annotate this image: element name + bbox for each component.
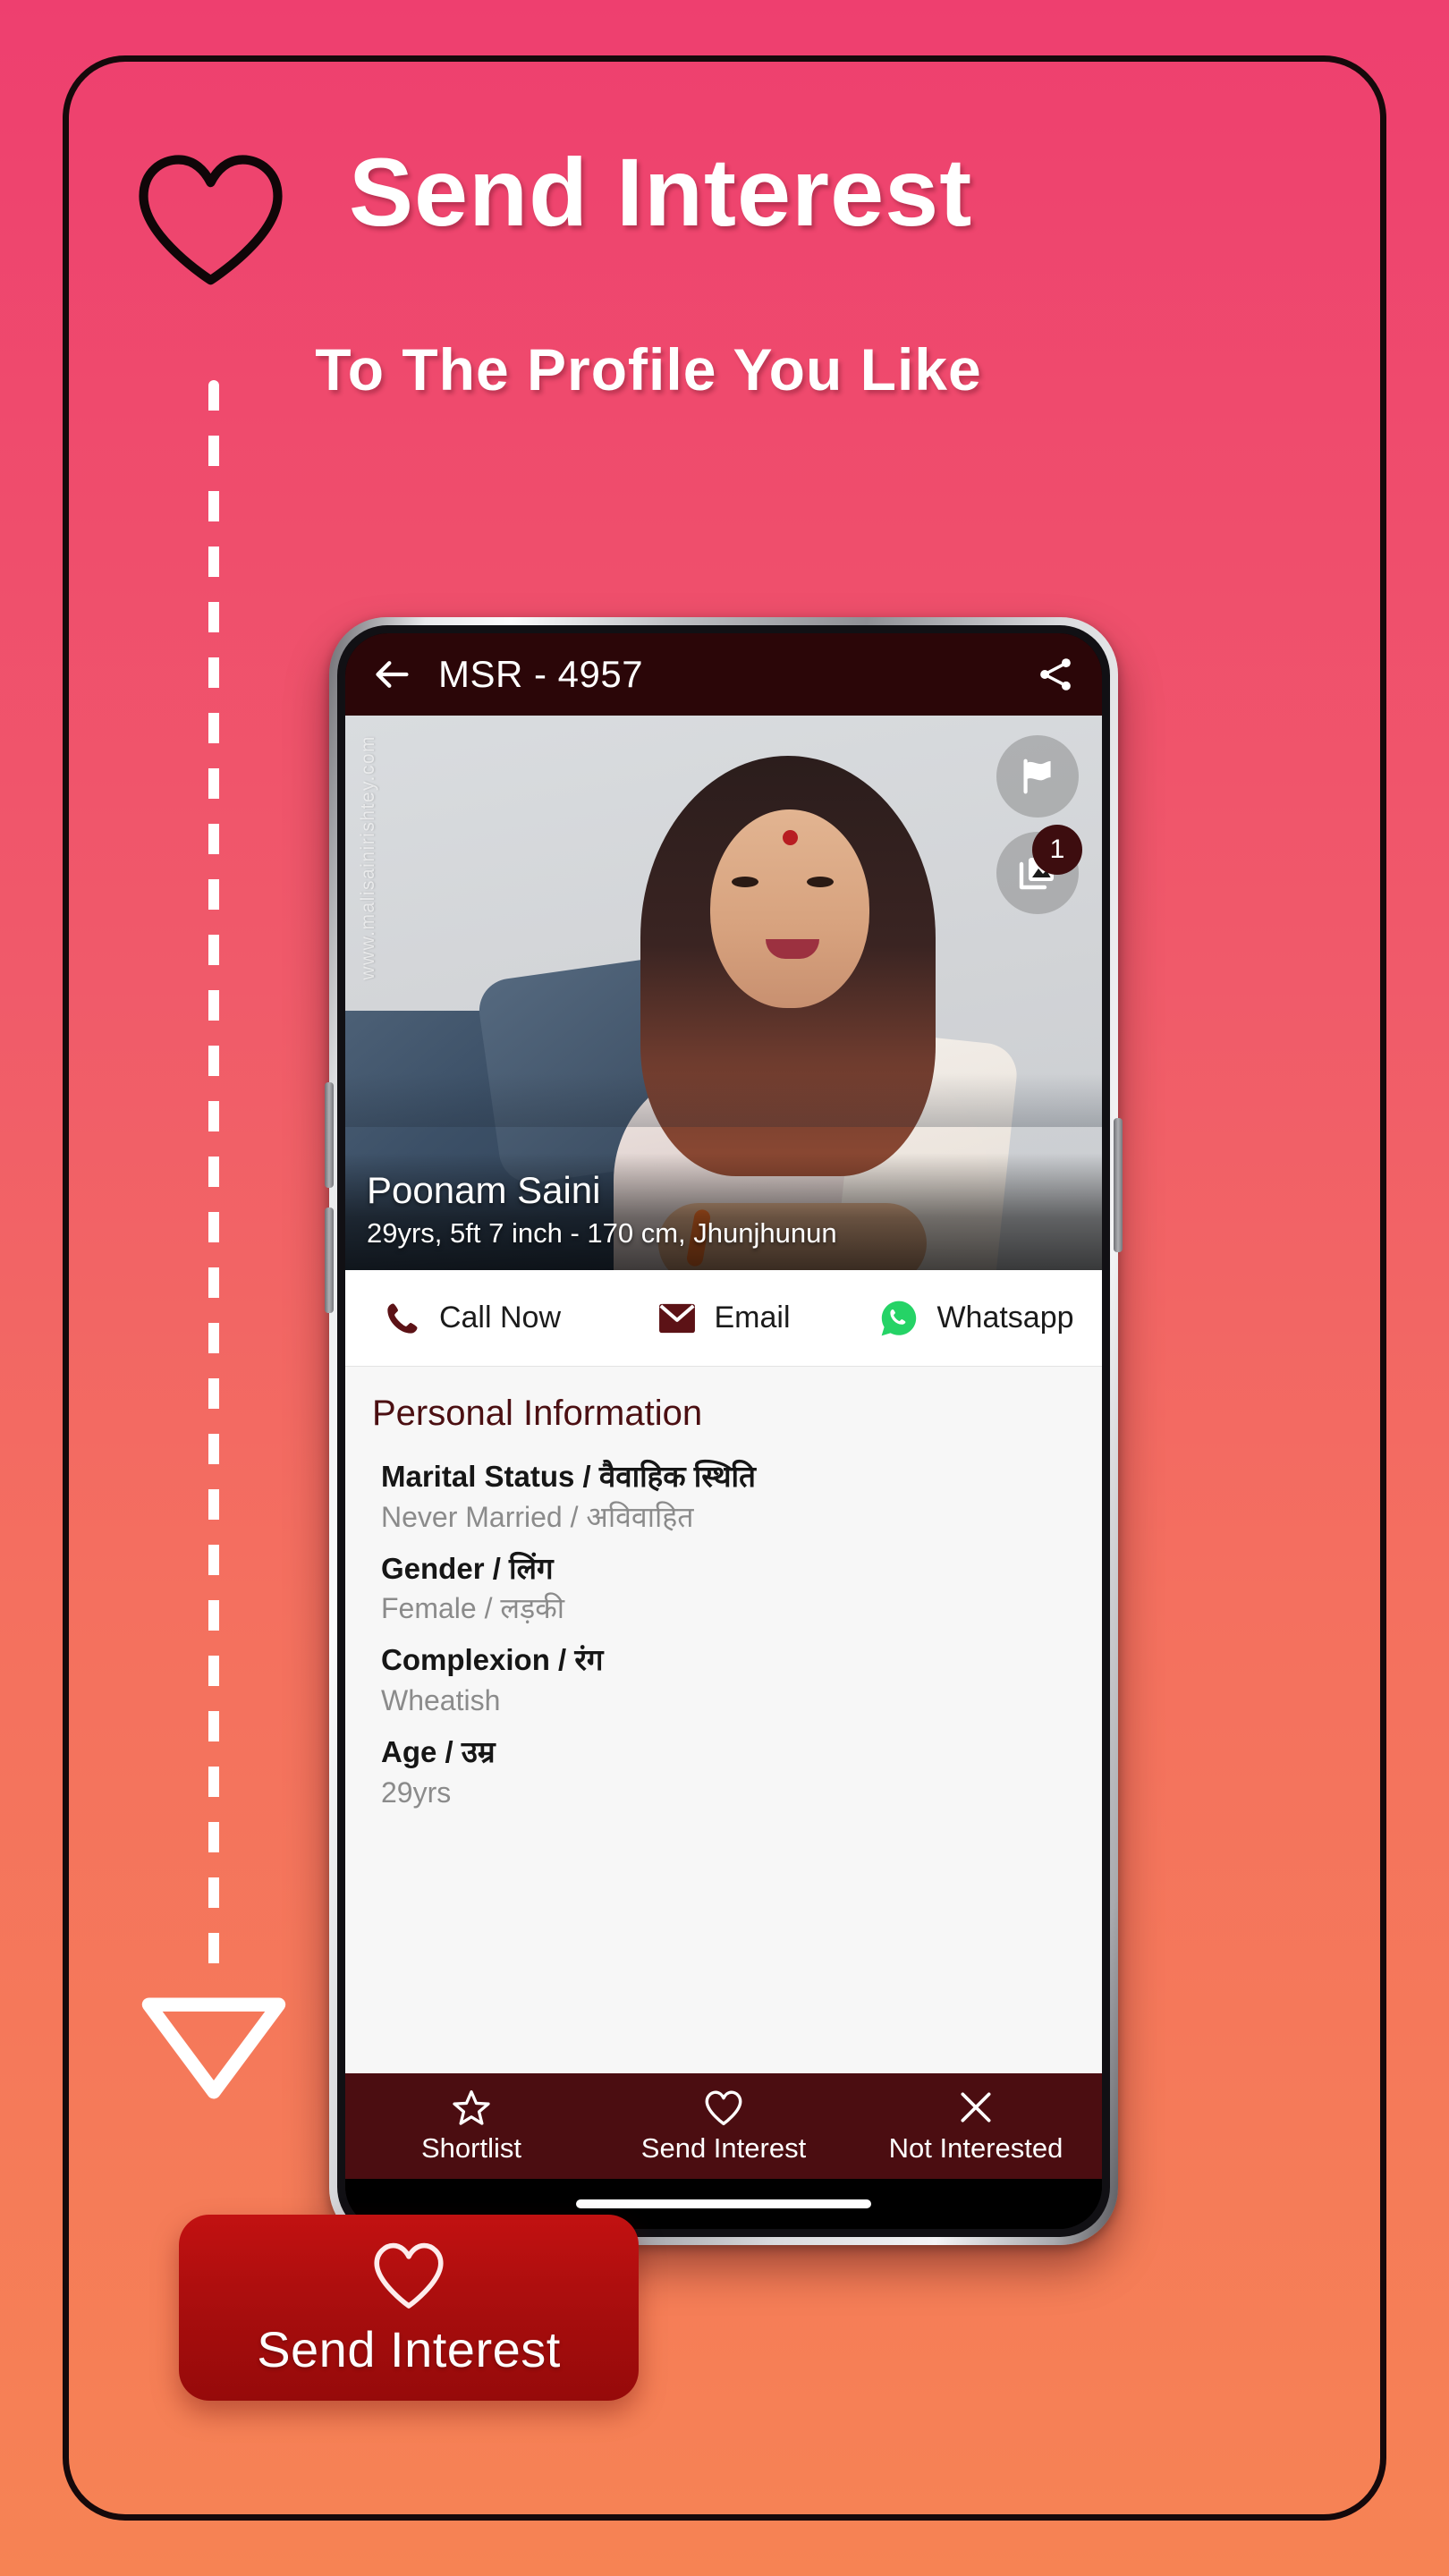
close-x-icon (961, 2092, 991, 2123)
email-icon (659, 1303, 696, 1333)
nav-item-shortlist[interactable]: Shortlist (345, 2089, 597, 2165)
nav-item-send-interest[interactable]: Send Interest (597, 2089, 850, 2165)
nav-label: Shortlist (421, 2131, 521, 2164)
personal-information-panel: Personal Information Marital Status / वै… (345, 1367, 1102, 2073)
info-value: Never Married / अविवाहित (381, 1500, 694, 1533)
photo-watermark: www.malisainirishtey.com (358, 735, 378, 980)
info-value: 29yrs (381, 1775, 452, 1809)
info-row: Marital Status / वैवाहिक स्थिति Never Ma… (345, 1445, 1102, 1537)
star-outline-icon (453, 2089, 490, 2125)
phone-icon (387, 1303, 418, 1334)
contact-action-bar: Call Now Email Whatsapp (345, 1270, 1102, 1367)
heart-outline-icon (139, 155, 283, 285)
whatsapp-icon (882, 1301, 917, 1335)
appbar-title: MSR - 4957 (438, 653, 644, 695)
heart-outline-icon (374, 2242, 444, 2309)
personal-information-heading: Personal Information (372, 1394, 703, 1433)
photo-person-eye-left (732, 877, 758, 887)
info-row: Complexion / रंग Wheatish (345, 1628, 1102, 1720)
volume-up-button[interactable] (325, 1082, 334, 1188)
profile-name: Poonam Saini (367, 1168, 601, 1211)
triangle-down-icon (141, 1997, 286, 2099)
phone-screen: MSR - 4957 www.malisainirishtey.com 1 Po… (345, 633, 1102, 2229)
info-key: Gender / लिंग (381, 1551, 554, 1585)
headline-block: Send Interest (116, 138, 1297, 304)
share-icon[interactable] (1036, 655, 1075, 694)
call-now-button[interactable]: Call Now (345, 1298, 597, 1339)
profile-name-overlay: Poonam Saini 29yrs, 5ft 7 inch - 170 cm,… (345, 1152, 1102, 1270)
callout-label: Send Interest (257, 2320, 561, 2377)
heart-outline-icon (705, 2089, 742, 2125)
profile-photo[interactable]: www.malisainirishtey.com 1 Poonam Saini … (345, 716, 1102, 1270)
page-title: Send Interest (349, 138, 973, 246)
email-label: Email (714, 1301, 791, 1335)
photo-count-badge: 1 (1032, 825, 1082, 875)
volume-down-button[interactable] (325, 1208, 334, 1313)
call-now-label: Call Now (438, 1301, 562, 1335)
email-button[interactable]: Email (597, 1301, 850, 1335)
info-row: Age / उम्र 29yrs (345, 1720, 1102, 1812)
flag-icon (1023, 758, 1051, 794)
photo-shadow-strip (345, 1073, 1102, 1127)
photo-person-bindi (783, 830, 798, 845)
info-value: Wheatish (381, 1683, 501, 1716)
info-value: Female / लड़की (381, 1592, 565, 1625)
photo-person-eye-right (807, 877, 834, 887)
info-key: Age / उम्र (381, 1735, 496, 1769)
info-key: Marital Status / वैवाहिक स्थिति (381, 1460, 756, 1493)
nav-label: Not Interested (888, 2131, 1063, 2164)
app-bar: MSR - 4957 (345, 633, 1102, 716)
profile-meta: 29yrs, 5ft 7 inch - 170 cm, Jhunjhunun (367, 1217, 837, 1250)
info-key: Complexion / रंग (381, 1643, 604, 1677)
nav-item-not-interested[interactable]: Not Interested (850, 2089, 1102, 2165)
info-row: Gender / लिंग Female / लड़की (345, 1537, 1102, 1629)
dashed-connector (208, 380, 219, 1981)
home-indicator[interactable] (576, 2199, 871, 2208)
whatsapp-label: Whatsapp (936, 1301, 1074, 1335)
whatsapp-button[interactable]: Whatsapp (850, 1297, 1102, 1340)
arrow-left-icon[interactable] (372, 657, 411, 692)
send-interest-callout-button[interactable]: Send Interest (179, 2215, 639, 2401)
power-button[interactable] (1114, 1118, 1123, 1252)
report-flag-button[interactable] (996, 735, 1079, 818)
bottom-nav-bar: Shortlist Send Interest Not Interested (345, 2073, 1102, 2179)
phone-mockup: MSR - 4957 www.malisainirishtey.com 1 Po… (325, 617, 1123, 2245)
nav-label: Send Interest (640, 2131, 807, 2164)
page-subtitle: To The Profile You Like (315, 336, 982, 402)
